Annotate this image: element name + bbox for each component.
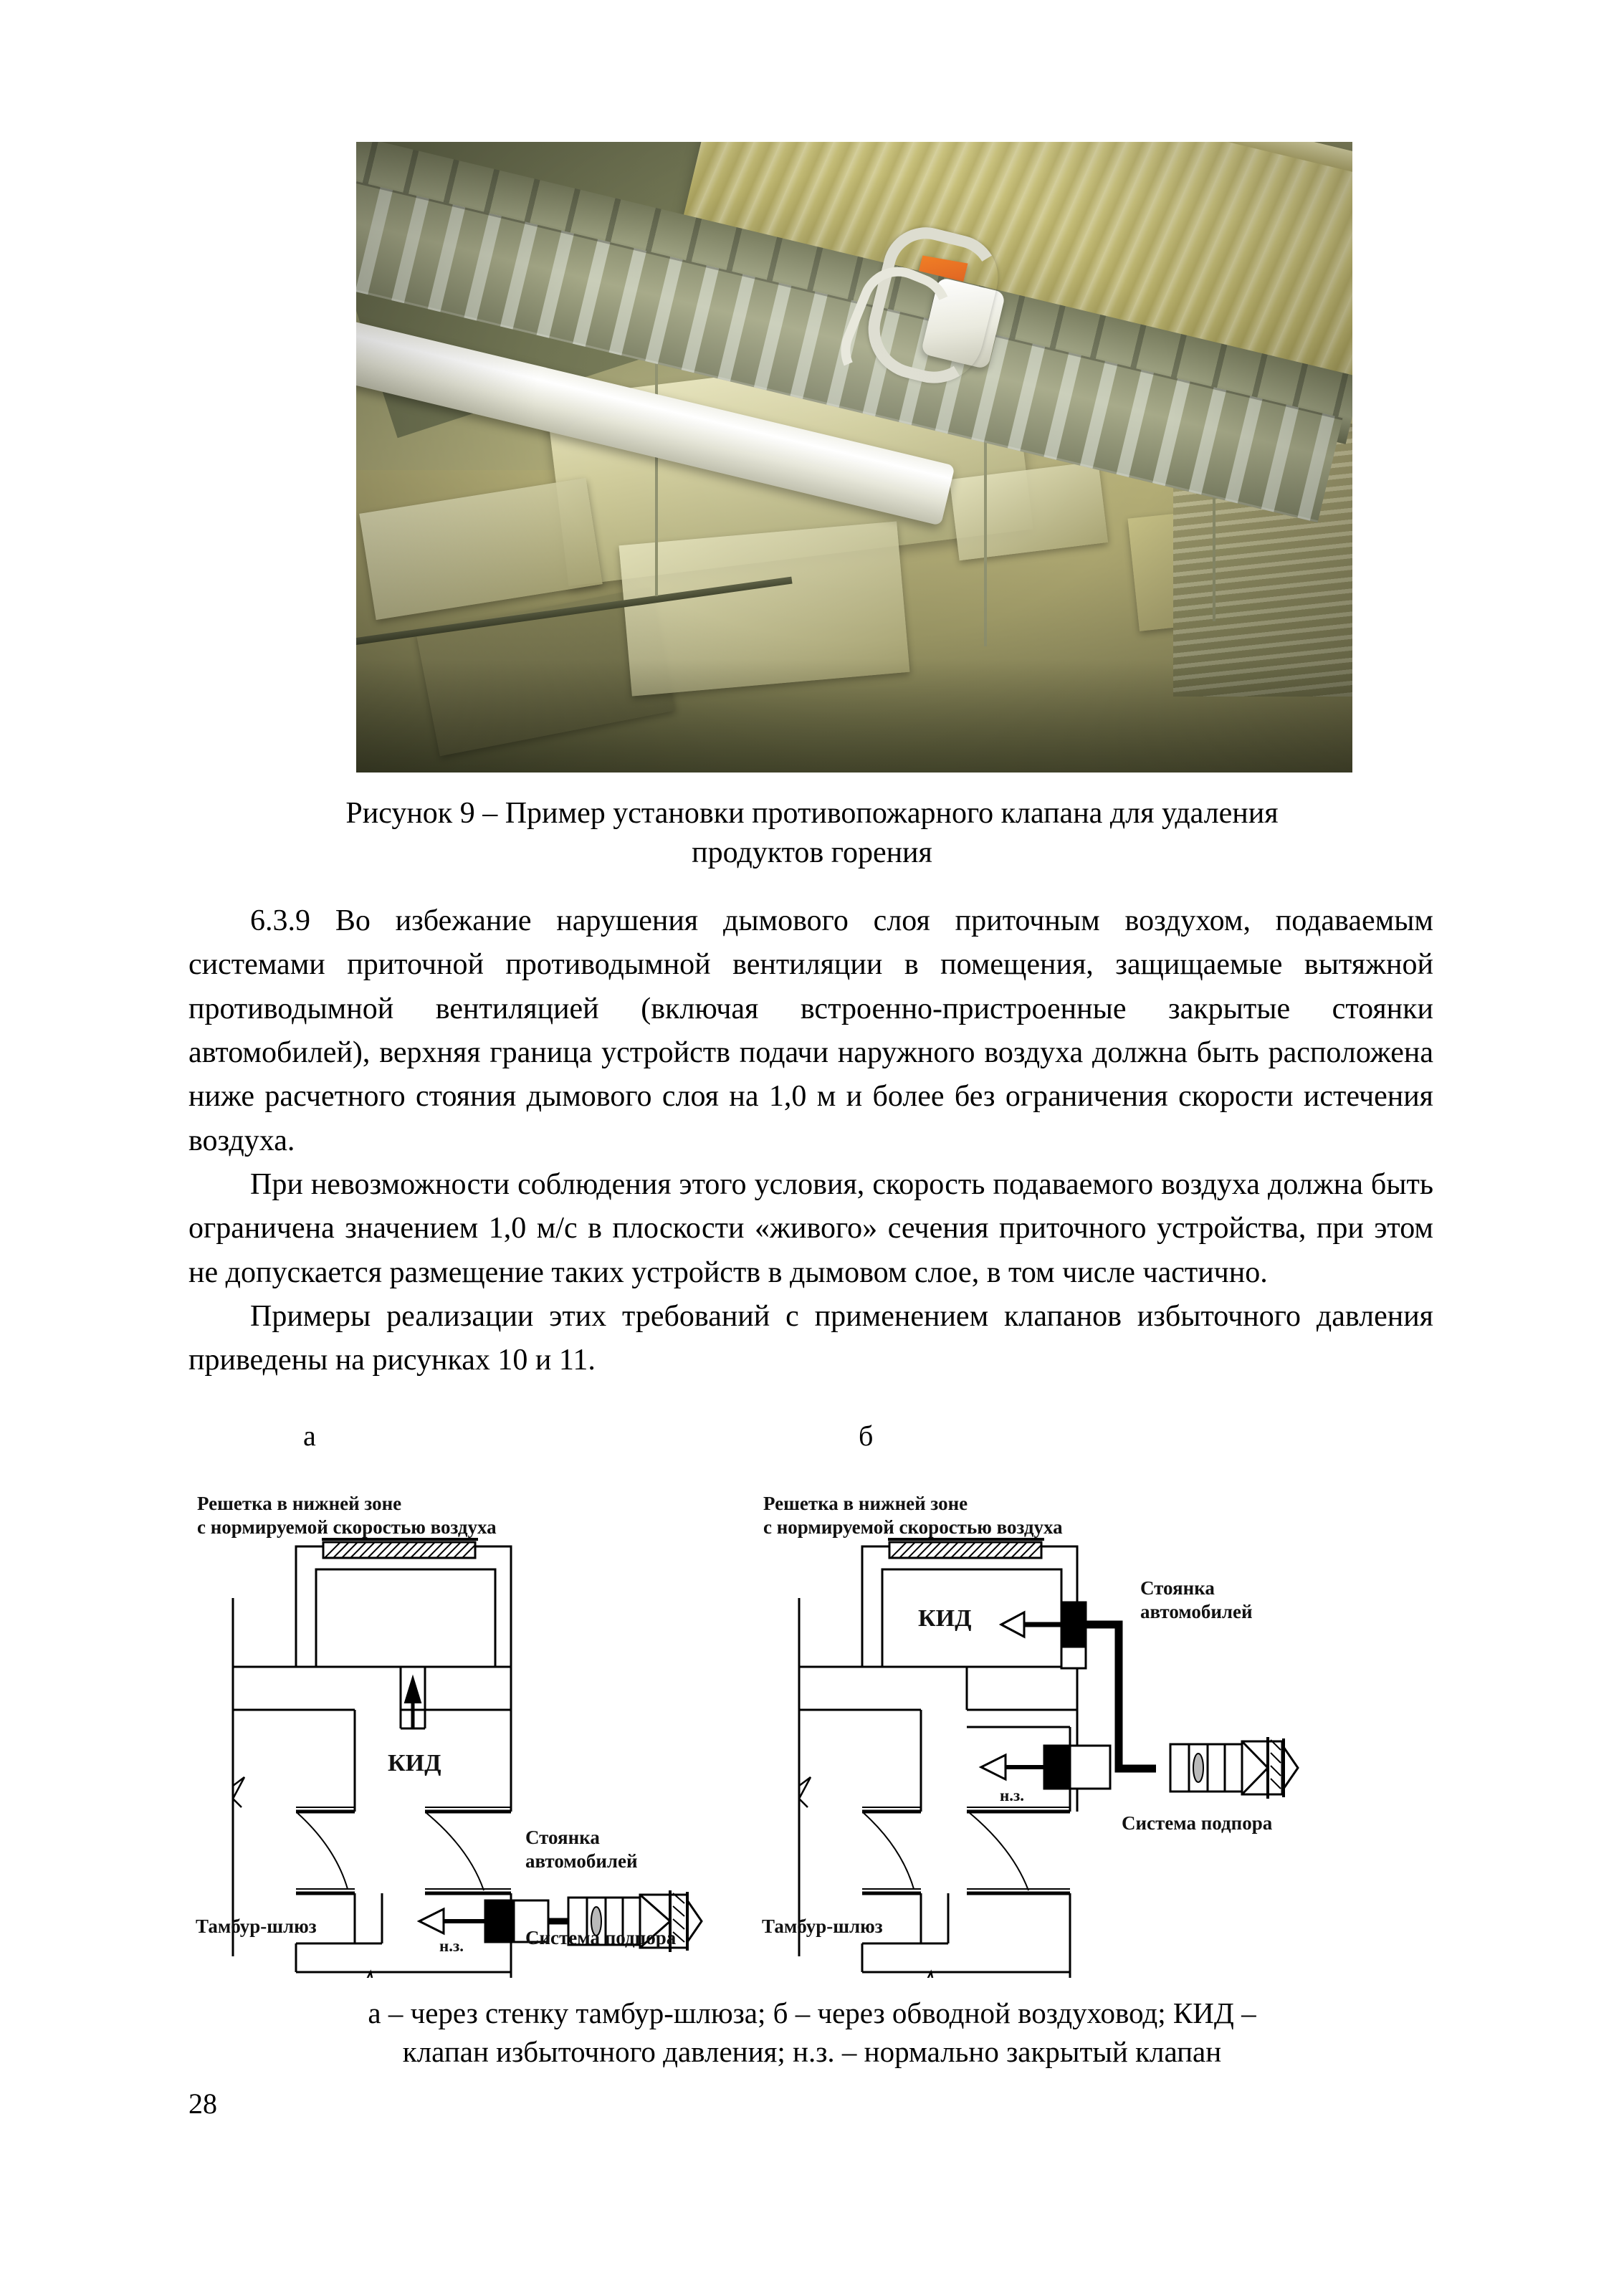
diagram-b-drawing <box>798 1538 1299 1978</box>
diagram-b-grille-label: Решетка в нижней зоне с нормируемой скор… <box>763 1493 1063 1538</box>
diagram-b: Решетка в нижней зоне с нормируемой скор… <box>755 1462 1321 1978</box>
diagram-a: Решетка в нижней зоне с нормируемой скор… <box>188 1462 755 1978</box>
diagram-a-kid-label: КИД <box>388 1750 441 1776</box>
figure-10-caption-line-2: клапан избыточного давления; н.з. – норм… <box>402 2035 1222 2069</box>
photo-vignette <box>356 142 1352 772</box>
diagram-b-pressurization-label: Система подпора <box>1122 1812 1273 1834</box>
diagram-a-drawing <box>231 1538 703 1978</box>
paragraph-examples: Примеры реализации этих требований с при… <box>188 1299 1433 1377</box>
document-page: Рисунок 9 – Пример установки противопожа… <box>0 0 1624 2296</box>
figure-10-letter-a: а <box>303 1420 316 1452</box>
diagram-b-kid-label: КИД <box>918 1605 972 1632</box>
paragraph-6-3-9: 6.3.9 Во избежание нарушения дымового сл… <box>188 904 1433 1157</box>
diagram-a-pressurization-label: Система подпора <box>525 1927 677 1948</box>
paragraph-speed-limit: При невозможности соблюдения этого услов… <box>188 1167 1433 1289</box>
diagram-a-nz-label: н.з. <box>439 1937 464 1955</box>
diagram-b-vestibule-label: Тамбур-шлюз <box>762 1915 883 1937</box>
figure-9-caption: Рисунок 9 – Пример установки противопожа… <box>192 794 1432 872</box>
figure-9-photo <box>356 142 1352 772</box>
figure-10-caption: а – через стенку тамбур-шлюза; б – через… <box>192 1994 1432 2071</box>
photo-content <box>356 142 1352 772</box>
figure-10-caption-line-1: а – через стенку тамбур-шлюза; б – через… <box>368 1996 1256 2029</box>
diagram-b-nz-label: н.з. <box>1000 1786 1024 1804</box>
figure-10-letter-b: б <box>859 1420 874 1452</box>
figure-9-caption-line-1: Рисунок 9 – Пример установки противопожа… <box>345 797 1279 830</box>
figure-10: а б Решетка в нижней зоне с нормируемой … <box>188 1419 1436 1985</box>
diagram-a-parking-label: Стоянка автомобилей <box>525 1827 638 1872</box>
figure-9-caption-line-2: продуктов горения <box>692 836 932 869</box>
page-number: 28 <box>188 2087 217 2120</box>
diagram-a-grille-label: Решетка в нижней зоне с нормируемой скор… <box>197 1493 497 1538</box>
diagram-a-vestibule-label: Тамбур-шлюз <box>196 1915 317 1937</box>
body-text: 6.3.9 Во избежание нарушения дымового сл… <box>188 899 1433 1382</box>
diagram-b-parking-label: Стоянка автомобилей <box>1140 1577 1253 1622</box>
